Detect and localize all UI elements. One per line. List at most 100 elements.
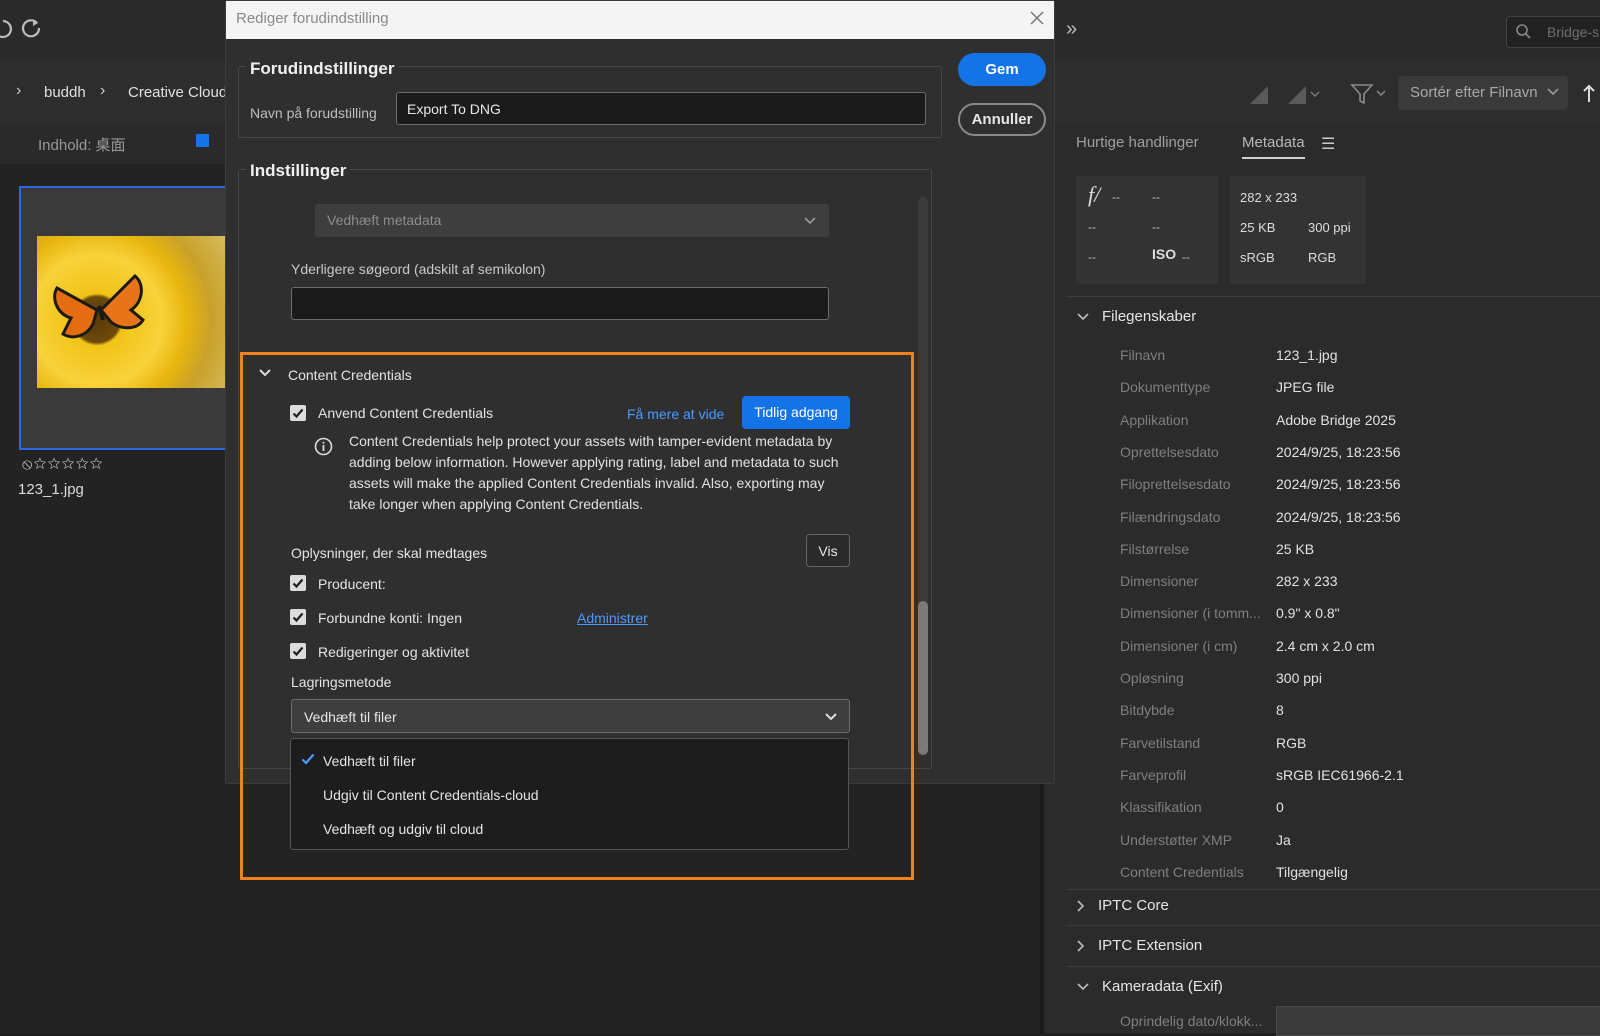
property-value: 0.9" x 0.8" (1276, 605, 1340, 621)
dialog-title: Rediger forudindstilling (236, 10, 389, 27)
sort-label: Sortér efter Filnavn (1410, 84, 1538, 101)
property-label: Dimensioner (1120, 573, 1199, 589)
file-summary: 282 x 233 25 KB 300 ppi sRGB RGB (1230, 176, 1366, 284)
section-file-properties[interactable]: Filegenskaber (1076, 308, 1196, 325)
chevron-down-icon (1546, 87, 1560, 97)
search-field[interactable]: Bridge-sø (1506, 16, 1600, 48)
property-value: RGB (1276, 735, 1307, 751)
learn-more-link[interactable]: Få mere at vide (627, 406, 724, 422)
metadata-select[interactable]: Vedhæft metadata (315, 204, 829, 237)
chevron-down-icon (1077, 312, 1089, 320)
panel-tabs: Hurtige handlinger Metadata ☰ (1044, 124, 1600, 164)
property-label: Farveprofil (1120, 767, 1187, 783)
breadcrumb-item-creative-cloud[interactable]: Creative Cloud F (128, 84, 241, 101)
property-value: 300 ppi (1276, 670, 1322, 686)
focal-length-value: -- (1152, 220, 1160, 234)
filter-icon[interactable] (1350, 82, 1390, 106)
section-camera-data[interactable]: Kameradata (Exif) (1076, 978, 1223, 995)
section-iptc-core[interactable]: IPTC Core (1076, 897, 1169, 914)
producer-checkbox[interactable] (290, 575, 306, 591)
include-label: Oplysninger, der skal medtages (291, 545, 488, 561)
rating-filter-icon[interactable] (1248, 84, 1270, 106)
chevron-down-icon (1077, 982, 1089, 990)
scrollbar-thumb[interactable] (918, 601, 928, 755)
summary-profile: sRGB (1240, 250, 1275, 265)
edits-checkbox[interactable] (290, 643, 306, 659)
property-label: Klassifikation (1120, 799, 1202, 815)
thumbnail-card[interactable] (19, 186, 237, 450)
storage-option[interactable]: Vedhæft og udgiv til cloud (323, 821, 483, 837)
more-panels-icon[interactable]: » (1066, 18, 1077, 41)
storage-option[interactable]: Udgiv til Content Credentials-cloud (323, 787, 539, 803)
rating-stars[interactable]: ⦸☆☆☆☆☆ (22, 456, 104, 474)
tab-quick-actions[interactable]: Hurtige handlinger (1076, 134, 1199, 151)
search-icon (1515, 23, 1533, 41)
iso-value: -- (1182, 250, 1190, 264)
edit-preset-dialog: Rediger forudindstilling Forudindstillin… (225, 0, 1055, 784)
quality-filter-icon[interactable] (1286, 84, 1322, 106)
sort-direction-icon[interactable] (1582, 82, 1596, 104)
settings-title: Indstillinger (246, 161, 351, 181)
thumbnail-filename: 123_1.jpg (18, 481, 84, 498)
breadcrumb-chevron-icon: › (100, 82, 106, 99)
section-title: Filegenskaber (1102, 308, 1197, 325)
rotate-right-icon[interactable] (20, 17, 42, 39)
divider (1066, 966, 1600, 967)
early-access-badge: Tidlig adgang (742, 396, 850, 429)
section-iptc-extension[interactable]: IPTC Extension (1076, 937, 1202, 954)
edits-label: Redigeringer og aktivitet (318, 644, 469, 660)
sort-dropdown[interactable]: Sortér efter Filnavn (1398, 76, 1568, 110)
apply-cc-checkbox[interactable] (290, 405, 306, 421)
summary-mode: RGB (1308, 250, 1337, 265)
property-label: Filnavn (1120, 347, 1166, 363)
storage-label: Lagringsmetode (291, 674, 392, 690)
property-value: Tilgængelig (1276, 864, 1348, 880)
exif-value-field[interactable] (1276, 1006, 1600, 1036)
section-title: IPTC Core (1098, 897, 1169, 914)
chevron-down-icon[interactable] (258, 368, 272, 378)
exposure-comp-value: -- (1088, 220, 1096, 234)
summary-size: 25 KB (1240, 220, 1276, 235)
scrollbar[interactable] (918, 197, 928, 755)
search-placeholder: Bridge-sø (1547, 24, 1600, 40)
tab-metadata[interactable]: Metadata (1242, 134, 1305, 159)
chevron-right-icon (1077, 939, 1085, 952)
cancel-button[interactable]: Annuller (958, 103, 1046, 136)
property-value: 282 x 233 (1276, 573, 1338, 589)
storage-select[interactable]: Vedhæft til filer (291, 699, 850, 733)
chevron-down-icon (803, 216, 817, 226)
storage-select-value: Vedhæft til filer (304, 709, 397, 725)
panel-menu-icon[interactable]: ☰ (1321, 134, 1335, 154)
breadcrumb-item-buddh[interactable]: buddh (44, 84, 86, 101)
view-button[interactable]: Vis (806, 534, 850, 567)
close-icon[interactable] (1029, 10, 1045, 26)
preset-name-input[interactable] (396, 92, 926, 125)
shutter-value: -- (1152, 190, 1160, 204)
property-value: 8 (1276, 702, 1284, 718)
apply-cc-label: Anvend Content Credentials (318, 405, 494, 421)
save-button[interactable]: Gem (958, 53, 1046, 86)
property-label: Opløsning (1120, 670, 1184, 686)
property-label: Filstørrelse (1120, 541, 1190, 557)
view-mode-icon[interactable] (196, 134, 209, 147)
connected-accounts-checkbox[interactable] (290, 609, 306, 625)
rotate-left-icon[interactable] (0, 18, 14, 40)
breadcrumb-chevron-icon: › (16, 82, 22, 99)
property-value: 0 (1276, 799, 1284, 815)
property-label: Applikation (1120, 412, 1189, 428)
info-icon (314, 437, 333, 456)
property-value: 25 KB (1276, 541, 1315, 557)
keywords-input[interactable] (291, 287, 829, 320)
producer-label: Producent: (318, 576, 386, 592)
property-value: 2024/9/25, 18:23:56 (1276, 444, 1401, 460)
property-label: Dokumenttype (1120, 379, 1211, 395)
property-value: Adobe Bridge 2025 (1276, 412, 1396, 428)
property-value: Ja (1276, 832, 1291, 848)
property-value: 2.4 cm x 2.0 cm (1276, 638, 1375, 654)
storage-option[interactable]: Vedhæft til filer (323, 753, 416, 769)
manage-link[interactable]: Administrer (577, 610, 648, 626)
content-label: Indhold: 桌面 (38, 137, 126, 154)
summary-ppi: 300 ppi (1308, 220, 1351, 235)
keywords-label: Yderligere søgeord (adskilt af semikolon… (291, 261, 546, 277)
aperture-icon: f/ (1088, 182, 1101, 207)
